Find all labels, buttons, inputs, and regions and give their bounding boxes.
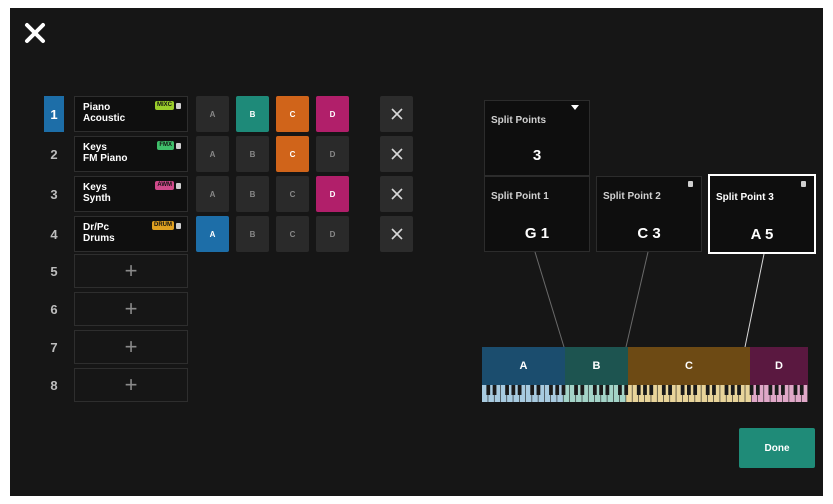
black-key	[781, 385, 785, 395]
black-key	[749, 385, 754, 395]
black-key	[680, 385, 685, 395]
black-key	[793, 385, 798, 395]
black-key	[561, 385, 566, 395]
keyboard-zone-b: B	[565, 347, 628, 385]
black-key	[574, 385, 578, 395]
black-key	[774, 385, 779, 395]
black-key	[687, 385, 691, 395]
black-key	[643, 385, 647, 395]
black-key	[737, 385, 741, 395]
keyboard-keys	[482, 385, 808, 402]
black-key	[668, 385, 672, 395]
black-key	[530, 385, 535, 395]
black-key	[517, 385, 522, 395]
black-key	[599, 385, 603, 395]
black-key	[580, 385, 585, 395]
black-key	[712, 385, 716, 395]
keyboard-zone-a: A	[482, 347, 565, 385]
black-key	[649, 385, 654, 395]
black-key	[605, 385, 610, 395]
black-key	[555, 385, 560, 395]
black-key	[505, 385, 509, 395]
black-key	[755, 385, 760, 395]
black-key	[730, 385, 735, 395]
black-key	[618, 385, 622, 395]
black-key	[724, 385, 729, 395]
black-key	[536, 385, 541, 395]
keyboard-zone-d: D	[750, 347, 808, 385]
black-key	[705, 385, 710, 395]
black-key	[486, 385, 491, 395]
black-key	[592, 385, 597, 395]
keyboard-zone-c: C	[628, 347, 750, 385]
black-key	[661, 385, 666, 395]
black-key	[636, 385, 641, 395]
black-key	[624, 385, 629, 395]
black-key	[768, 385, 773, 395]
split-screen: 1 Piano Acoustic MIXC A B C D 2 Keys FM Piano FMX A B…	[10, 8, 823, 496]
done-button[interactable]: Done	[739, 428, 815, 468]
black-key	[799, 385, 804, 395]
black-key	[549, 385, 553, 395]
black-key	[492, 385, 497, 395]
black-key	[693, 385, 698, 395]
black-key	[511, 385, 516, 395]
split-connector-lines	[534, 251, 765, 348]
